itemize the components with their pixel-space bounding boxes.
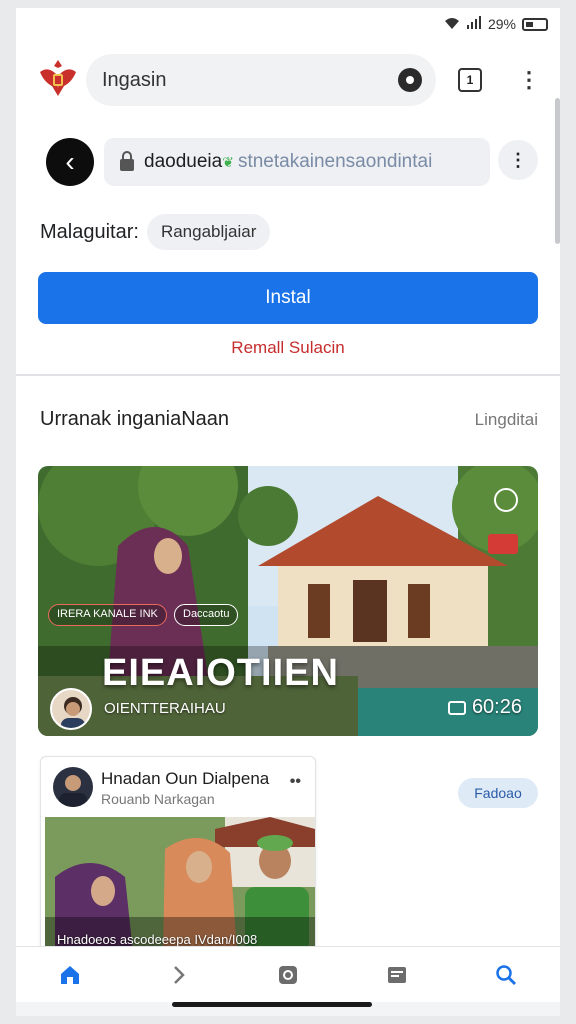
avatar[interactable] [50, 688, 92, 730]
signal-icon [466, 15, 482, 33]
post-card[interactable]: Hnadan Oun Dialpena Rouanb Narkagan •• H… [40, 756, 316, 952]
install-button[interactable]: Instal [38, 272, 538, 324]
home-indicator[interactable] [172, 1002, 372, 1007]
post-subtitle: Rouanb Narkagan [101, 791, 215, 807]
duration-text: 60:26 [471, 696, 522, 718]
bottom-nav [16, 946, 560, 1002]
menu-kebab-icon[interactable]: ⋮ [518, 66, 540, 94]
search-input[interactable]: Ingasin [86, 54, 436, 106]
section-link[interactable]: Lingditai [475, 410, 538, 430]
manage-chip[interactable]: Rangabljaiar [146, 214, 271, 250]
video-card[interactable]: IRERA KANALE INK Daccaotu EIEAIOTIIEN OI… [38, 466, 538, 736]
garuda-crest-icon[interactable] [36, 56, 80, 100]
status-bar: 29% [16, 8, 560, 40]
lock-icon [120, 151, 134, 171]
manage-row: Malaguitar: Rangabljaiar [40, 214, 271, 250]
scrollbar[interactable] [555, 98, 560, 244]
follow-button[interactable]: Fadoao [458, 778, 538, 808]
leaf-icon: ❦ [222, 153, 234, 170]
forward-icon[interactable] [159, 955, 199, 995]
avatar[interactable] [53, 767, 93, 807]
channel-name: OIENTTERAIHAU [104, 700, 226, 717]
share-circle-icon[interactable] [494, 488, 518, 512]
flag-icon [488, 534, 518, 554]
search-icon[interactable] [486, 955, 526, 995]
video-tag-2: Daccaotu [174, 604, 239, 626]
site-more-button[interactable]: ⋮ [498, 140, 538, 180]
section-title: Urranak inganiaNaan [40, 408, 230, 430]
url-bar[interactable]: daodueia ❦ stnetakainensaondintai [104, 138, 490, 186]
battery-icon [522, 17, 548, 31]
phone-screen: 29% Ingasin 1 ⋮ ‹ daodueia ❦ stnetakaine… [16, 8, 560, 1016]
video-tag-1: IRERA KANALE INK [48, 604, 167, 626]
install-panel: Ingasin 1 ⋮ ‹ daodueia ❦ stnetakainensao… [16, 40, 560, 378]
tabs-button[interactable]: 1 [458, 68, 482, 92]
battery-percent: 29% [487, 16, 516, 32]
post-author: Hnadan Oun Dialpena [101, 769, 270, 788]
camera-icon[interactable] [268, 955, 308, 995]
search-text: Ingasin [102, 68, 167, 91]
manage-label: Malaguitar: [40, 220, 139, 243]
video-duration: 60:26 [447, 696, 522, 719]
home-icon[interactable] [50, 955, 90, 995]
chevron-left-icon: ‹ [65, 146, 75, 177]
post-more-button[interactable]: •• [290, 773, 301, 791]
feed-panel: Urranak inganiaNaan Lingditai IRERA KANA… [16, 374, 560, 952]
url-path: stnetakainensaondintai [237, 151, 433, 172]
wifi-icon [444, 16, 460, 33]
video-title: EIEAIOTIIEN [102, 652, 339, 694]
url-host: daodueia [144, 151, 223, 172]
video-camera-icon [447, 700, 466, 715]
back-button[interactable]: ‹ [46, 138, 94, 186]
reader-icon[interactable] [377, 955, 417, 995]
post-caption: Hnadoeos ascodeeepa IVdan/I008 [57, 932, 258, 947]
remove-link[interactable]: Remall Sulacin [16, 338, 560, 358]
record-icon[interactable] [398, 68, 422, 92]
post-photo: Hnadoeos ascodeeepa IVdan/I008 [45, 817, 315, 951]
